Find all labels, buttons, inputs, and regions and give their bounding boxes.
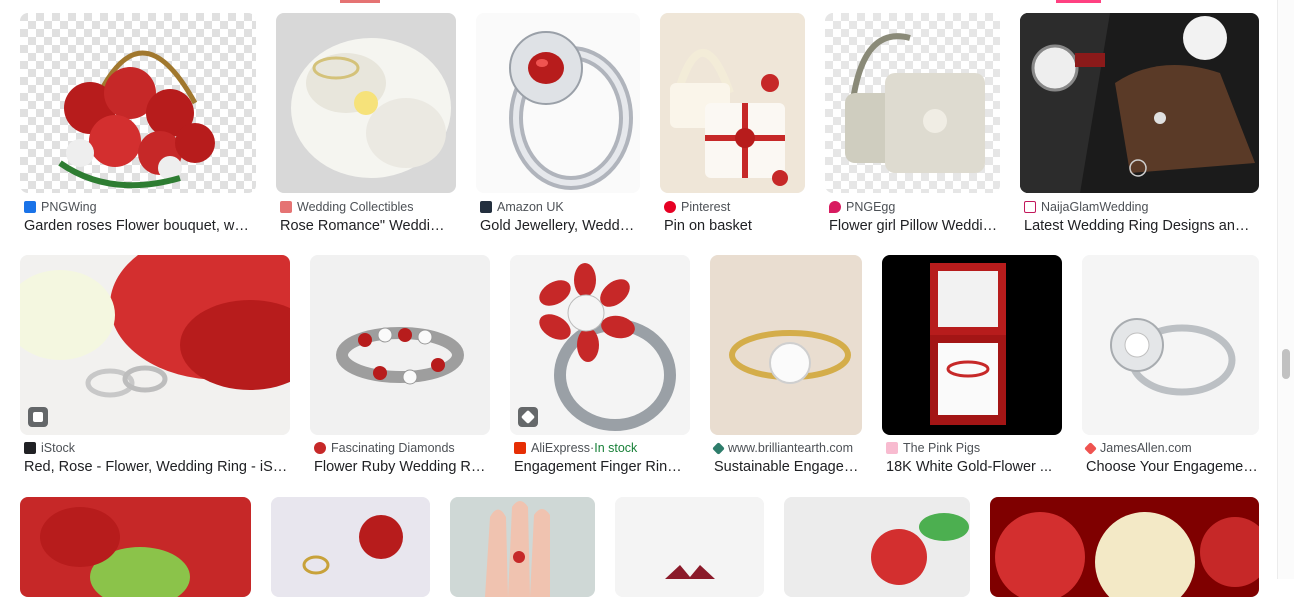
result-source[interactable]: www.brilliantearth.com	[712, 440, 853, 456]
result-thumbnail[interactable]	[20, 13, 256, 193]
amazon-favicon-icon	[480, 201, 492, 213]
result-source[interactable]: Pinterest	[664, 199, 730, 215]
result-thumbnail[interactable]	[825, 13, 1000, 193]
rings-on-pillow-image	[271, 497, 430, 597]
result-title[interactable]: 18K White Gold-Flower ...	[886, 459, 1058, 475]
result-title[interactable]: Gold Jewellery, Wedding Ring...	[480, 218, 636, 234]
ring-pillow-basket-image	[660, 13, 805, 193]
fascinating-diamonds-favicon-icon	[314, 442, 326, 454]
pngegg-favicon-icon	[829, 201, 841, 213]
result-title[interactable]: Latest Wedding Ring Designs and ...	[1024, 218, 1256, 234]
white-rose-ring-image	[276, 13, 456, 193]
result-title[interactable]: Red, Rose - Flower, Wedding Ring - iStoc…	[24, 459, 290, 475]
result-source[interactable]: JamesAllen.com	[1084, 440, 1192, 456]
result-title[interactable]: Engagement Finger Ring...	[514, 459, 686, 475]
previous-row-fragment	[1056, 0, 1101, 3]
result-title[interactable]: Choose Your Engagement...	[1086, 459, 1258, 475]
result-source[interactable]: PNGEgg	[829, 199, 895, 215]
result-source[interactable]: NaijaGlamWedding	[1024, 199, 1148, 215]
rose-basket-image	[20, 13, 256, 193]
the-pink-pigs-favicon-icon	[886, 442, 898, 454]
result-thumbnail[interactable]	[882, 255, 1062, 435]
page-scrollbar[interactable]	[1277, 0, 1294, 579]
red-rose-branch-image	[784, 497, 970, 597]
pngwing-favicon-icon	[24, 201, 36, 213]
result-title[interactable]: Pin on basket	[664, 218, 804, 234]
result-source[interactable]: The Pink Pigs	[886, 440, 980, 456]
result-source[interactable]: AliExpress · In stock	[514, 440, 637, 456]
rose-closeup-image	[20, 497, 251, 597]
result-thumbnail[interactable]	[476, 13, 640, 193]
result-thumbnail[interactable]	[1020, 13, 1259, 193]
istock-favicon-icon	[24, 442, 36, 454]
naijaglamwedding-favicon-icon	[1024, 201, 1036, 213]
result-source[interactable]: iStock	[24, 440, 75, 456]
diamond-flower-ring-image	[1082, 255, 1259, 435]
result-thumbnail[interactable]	[20, 497, 251, 597]
product-tag-icon	[518, 407, 538, 427]
result-thumbnail[interactable]	[271, 497, 430, 597]
flower-ruby-band-image	[310, 255, 490, 435]
aliexpress-favicon-icon	[514, 442, 526, 454]
ruby-halo-ring-image	[476, 13, 640, 193]
ruby-ring-topview-image	[615, 497, 764, 597]
result-thumbnail[interactable]	[310, 255, 490, 435]
hand-with-ring-image	[450, 497, 595, 597]
result-source[interactable]: Wedding Collectibles	[280, 199, 414, 215]
lace-pillow-basket-image	[825, 13, 1000, 193]
previous-row-fragment	[340, 0, 380, 3]
result-source[interactable]: PNGWing	[24, 199, 97, 215]
result-thumbnail[interactable]	[20, 255, 290, 435]
result-title[interactable]: Flower girl Pillow Wedding...	[829, 218, 999, 234]
scrollbar-thumb[interactable]	[1282, 349, 1290, 379]
result-thumbnail[interactable]	[450, 497, 595, 597]
image-results-grid: PNGWing Garden roses Flower bouquet, wed…	[0, 0, 1278, 597]
result-thumbnail[interactable]	[1082, 255, 1259, 435]
result-title[interactable]: Rose Romance" Wedding Ring...	[280, 218, 450, 234]
result-title[interactable]: Sustainable Engagement...	[714, 459, 860, 475]
result-thumbnail[interactable]	[276, 13, 456, 193]
red-and-white-roses-image	[990, 497, 1259, 597]
ring-box-image	[882, 255, 1062, 435]
jamesallen-favicon-icon	[1084, 441, 1097, 455]
solitaire-ring-image	[710, 255, 862, 435]
result-thumbnail[interactable]	[710, 255, 862, 435]
wedding-collectibles-favicon-icon	[280, 201, 292, 213]
result-source[interactable]: Amazon UK	[480, 199, 564, 215]
in-stock-label: In stock	[594, 441, 638, 455]
image-badge-icon	[28, 407, 48, 427]
result-thumbnail[interactable]	[615, 497, 764, 597]
brilliantearth-favicon-icon	[712, 441, 725, 455]
result-thumbnail[interactable]	[660, 13, 805, 193]
rose-wedding-rings-image	[20, 255, 290, 435]
result-thumbnail[interactable]	[990, 497, 1259, 597]
result-thumbnail[interactable]	[784, 497, 970, 597]
result-source[interactable]: Fascinating Diamonds	[314, 440, 455, 456]
result-title[interactable]: Garden roses Flower bouquet, wedding rin…	[24, 218, 256, 234]
result-title[interactable]: Flower Ruby Wedding Ring...	[314, 459, 486, 475]
pinterest-favicon-icon	[664, 201, 676, 213]
wedding-hands-watch-image	[1020, 13, 1259, 193]
